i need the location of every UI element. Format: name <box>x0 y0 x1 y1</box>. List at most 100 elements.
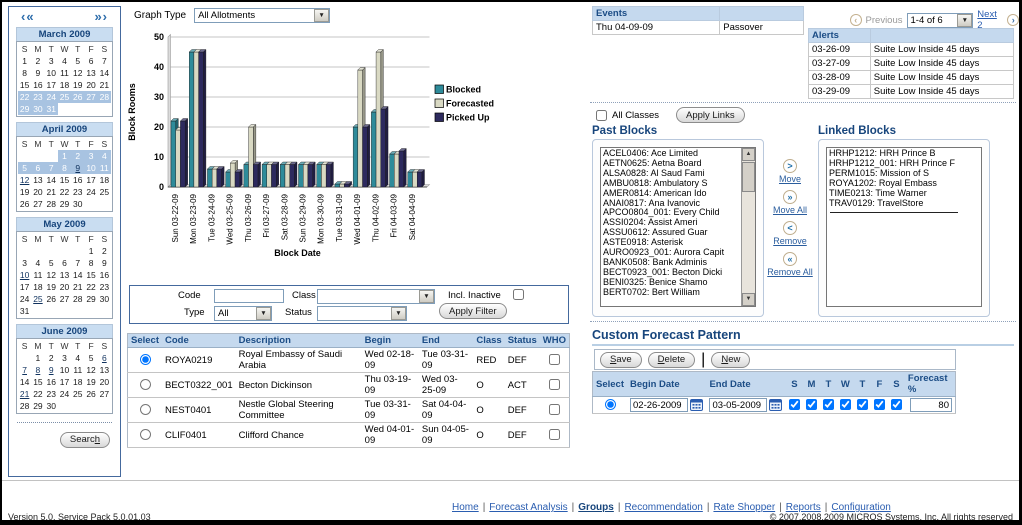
calendar-day[interactable]: 15 <box>58 174 71 186</box>
calendar-day[interactable]: 30 <box>71 198 84 210</box>
calendar-day[interactable]: 3 <box>58 352 71 364</box>
day-checkbox[interactable] <box>857 399 868 410</box>
calendar-day[interactable]: 10 <box>18 269 31 281</box>
incl-inactive-checkbox[interactable] <box>513 289 524 300</box>
scroll-down-icon[interactable]: ▼ <box>742 293 755 306</box>
calendar-day[interactable]: 2 <box>71 150 84 162</box>
calendar-day[interactable]: 26 <box>84 388 97 400</box>
calendar-day[interactable]: 1 <box>31 352 44 364</box>
chevron-down-icon[interactable]: ▼ <box>314 9 329 22</box>
calendar-day[interactable]: 8 <box>84 257 97 269</box>
calendar-day[interactable]: 5 <box>18 162 31 174</box>
calendar-day[interactable]: 9 <box>98 257 111 269</box>
calendar-day[interactable]: 25 <box>58 91 71 103</box>
calendar-day[interactable]: 13 <box>98 364 111 376</box>
calendar-day[interactable]: 2 <box>45 352 58 364</box>
calendar-day[interactable]: 16 <box>71 174 84 186</box>
calendar-day[interactable]: 17 <box>18 281 31 293</box>
calendar-day[interactable]: 22 <box>18 91 31 103</box>
new-button[interactable]: New <box>711 352 750 368</box>
calendar-day[interactable]: 27 <box>84 91 97 103</box>
footer-link-rate-shopper[interactable]: Rate Shopper <box>713 502 775 513</box>
remove-all-icon[interactable]: « <box>783 252 797 266</box>
day-checkbox[interactable] <box>789 399 800 410</box>
calendar-day[interactable]: 21 <box>98 79 111 91</box>
chevron-down-icon[interactable]: ▼ <box>419 290 434 303</box>
calendar-day[interactable]: 21 <box>71 281 84 293</box>
graph-type-select[interactable]: All Allotments ▼ <box>194 8 330 23</box>
calendar-day[interactable]: 18 <box>58 79 71 91</box>
who-checkbox[interactable] <box>549 379 560 390</box>
calendar-day[interactable]: 13 <box>58 269 71 281</box>
end-date-input[interactable] <box>709 398 767 412</box>
next-arrow-icon[interactable]: › <box>1007 14 1019 26</box>
calendar-day[interactable]: 24 <box>84 186 97 198</box>
calendar-day[interactable]: 13 <box>84 67 97 79</box>
calendar-day[interactable]: 29 <box>31 400 44 412</box>
calendar-day[interactable]: 20 <box>58 281 71 293</box>
calendar-day[interactable]: 13 <box>31 174 44 186</box>
calendar-day[interactable]: 29 <box>58 198 71 210</box>
apply-links-button[interactable]: Apply Links <box>676 107 745 123</box>
page-range-select[interactable]: 1-4 of 6 ▼ <box>907 13 974 28</box>
table-row[interactable]: NEST0401Nestle Global Steering Committee… <box>128 398 570 423</box>
calendar-day[interactable]: 25 <box>31 293 44 305</box>
calendar-day[interactable]: 11 <box>98 162 111 174</box>
calendar-day[interactable]: 31 <box>18 305 31 317</box>
calendar-day[interactable]: 7 <box>98 55 111 67</box>
day-checkbox[interactable] <box>874 399 885 410</box>
calendar-day[interactable]: 19 <box>84 376 97 388</box>
calendar-day[interactable]: 15 <box>18 79 31 91</box>
calendar-day[interactable]: 17 <box>45 79 58 91</box>
calendar-day[interactable]: 23 <box>98 281 111 293</box>
calendar-day[interactable]: 30 <box>98 293 111 305</box>
forecast-pct-input[interactable] <box>910 398 952 412</box>
calendar-day[interactable]: 24 <box>58 388 71 400</box>
calendar-day[interactable]: 4 <box>31 257 44 269</box>
calendar-day[interactable]: 11 <box>58 67 71 79</box>
calendar-day[interactable]: 19 <box>45 281 58 293</box>
calendar-day[interactable]: 22 <box>84 281 97 293</box>
calendar-day[interactable]: 14 <box>18 376 31 388</box>
calendar-day[interactable]: 8 <box>58 162 71 174</box>
scroll-up-icon[interactable]: ▲ <box>742 148 755 161</box>
calendar-day[interactable]: 8 <box>31 364 44 376</box>
calendar-day[interactable]: 20 <box>84 79 97 91</box>
calendar-day[interactable]: 12 <box>71 67 84 79</box>
move-icon[interactable]: > <box>783 159 797 173</box>
calendar-day[interactable]: 20 <box>98 376 111 388</box>
calendar-icon[interactable] <box>688 400 703 411</box>
calendar-day[interactable]: 11 <box>31 269 44 281</box>
calendar-day[interactable]: 3 <box>45 55 58 67</box>
calendar-day[interactable]: 1 <box>18 55 31 67</box>
who-checkbox[interactable] <box>549 354 560 365</box>
row-select-radio[interactable] <box>140 379 151 390</box>
calendar-day[interactable]: 26 <box>18 198 31 210</box>
calendar-day[interactable]: 29 <box>18 103 31 115</box>
calendar-day[interactable]: 4 <box>71 352 84 364</box>
calendar-day[interactable]: 2 <box>98 245 111 257</box>
footer-link-groups[interactable]: Groups <box>578 502 614 513</box>
calendar-day[interactable]: 14 <box>98 67 111 79</box>
search-button[interactable]: Search <box>60 432 110 448</box>
calendar-day[interactable]: 28 <box>18 400 31 412</box>
day-checkbox[interactable] <box>891 399 902 410</box>
calendar-day[interactable]: 16 <box>31 79 44 91</box>
past-blocks-listbox[interactable]: ACEL0406: Ace LimitedAETN0625: Aetna Boa… <box>600 147 756 307</box>
calendar-day[interactable]: 18 <box>71 376 84 388</box>
calendar-day[interactable]: 28 <box>71 293 84 305</box>
footer-link-home[interactable]: Home <box>452 502 479 513</box>
scrollbar[interactable]: ▲ ▼ <box>741 148 755 306</box>
calendar-day[interactable]: 6 <box>98 352 111 364</box>
calendar-day[interactable]: 18 <box>98 174 111 186</box>
table-row[interactable]: BECT0322_001Becton DickinsonThu 03-19-09… <box>128 373 570 398</box>
calendar-day[interactable]: 17 <box>84 174 97 186</box>
calendar-day[interactable]: 11 <box>71 364 84 376</box>
calendar-day[interactable]: 23 <box>31 91 44 103</box>
table-row[interactable]: CLIF0401Clifford ChanceWed 04-01-09Sun 0… <box>128 423 570 448</box>
calendar-day[interactable]: 22 <box>31 388 44 400</box>
calendar-day[interactable]: 9 <box>45 364 58 376</box>
footer-link-forecast-analysis[interactable]: Forecast Analysis <box>489 502 567 513</box>
calendar-day[interactable]: 2 <box>31 55 44 67</box>
class-select[interactable]: ▼ <box>317 289 435 304</box>
